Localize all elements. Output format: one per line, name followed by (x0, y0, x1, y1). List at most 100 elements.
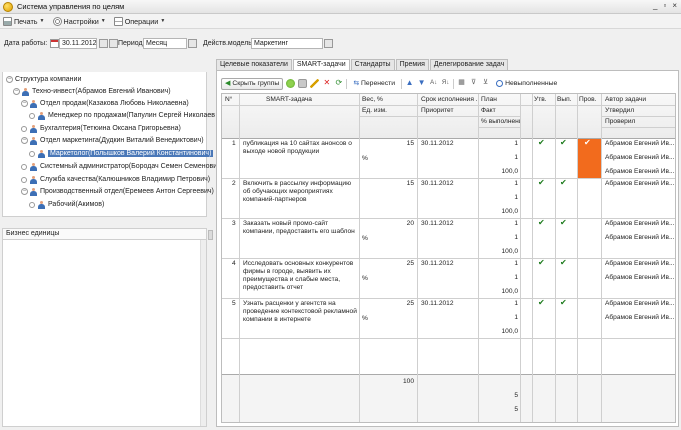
print-menu[interactable]: Печать ▼ (3, 16, 45, 26)
check-icon[interactable]: ✔ (560, 139, 567, 147)
cell-pct[interactable]: 100,0 (484, 288, 518, 296)
period-field[interactable]: Месяц (143, 38, 187, 49)
cell-plan[interactable]: 1 (484, 260, 518, 268)
model-select-icon[interactable] (324, 39, 333, 48)
cell-deadline[interactable]: 30.11.2012 (421, 140, 454, 148)
cell-approved-by[interactable]: Абрамов Евгений Ив... (605, 314, 675, 322)
check-icon[interactable]: ✔ (538, 219, 545, 227)
delete-icon[interactable]: ✕ (322, 79, 331, 88)
cell-unit[interactable]: % (362, 315, 368, 323)
move-button[interactable]: ⇆ Перенести (350, 78, 398, 90)
cell-plan[interactable]: 1 (484, 300, 518, 308)
cell-task[interactable]: Включить в рассылку информацию об обучаю… (243, 180, 357, 204)
col-header-plan[interactable]: План (481, 96, 497, 104)
cell-approved-by[interactable]: Абрамов Евгений Ив... (605, 234, 675, 242)
cell-plan[interactable]: 1 (484, 220, 518, 228)
cell-unit[interactable]: % (362, 275, 368, 283)
cell-author[interactable]: Абрамов Евгений Ив... (605, 300, 675, 308)
check-icon[interactable]: ✔ (560, 259, 567, 267)
cell-unit[interactable]: % (362, 235, 368, 243)
cell-author[interactable]: Абрамов Евгений Ив... (605, 260, 675, 268)
cell-approved-by[interactable]: Абрамов Евгений Ив... (605, 154, 675, 162)
restore-icon[interactable]: ▫ (663, 1, 666, 10)
col-header-done[interactable]: Вып. (557, 96, 572, 104)
period-select-icon[interactable] (188, 39, 197, 48)
cell-unit[interactable]: % (362, 155, 368, 163)
tree-row[interactable]: Системный администратор(Бородач Семен Се… (21, 161, 223, 172)
tree-row-selected[interactable]: Маркетолог(Полышков Валерий Константинов… (29, 148, 214, 159)
settings-menu[interactable]: Настройки ▼ (52, 16, 106, 26)
move-down-icon[interactable]: ▼ (417, 79, 426, 88)
add-icon[interactable] (286, 79, 296, 88)
check-icon[interactable]: ✔ (584, 139, 591, 147)
cell-no[interactable]: 5 (232, 300, 236, 308)
cell-task[interactable]: Узнать расценки у агентств на проведение… (243, 300, 357, 324)
col-header-checked-by[interactable]: Проверил (605, 118, 635, 126)
business-units-list[interactable] (2, 240, 207, 427)
cell-author[interactable]: Абрамов Евгений Ив... (605, 180, 675, 188)
cell-fact[interactable]: 1 (484, 154, 518, 162)
operations-menu[interactable]: Операции ▼ (113, 16, 165, 26)
cell-fact[interactable]: 1 (484, 194, 518, 202)
collapse-icon[interactable]: − (21, 100, 28, 107)
calendar-icon[interactable] (50, 39, 59, 48)
business-units-scrollbar[interactable] (200, 240, 206, 426)
cell-weight[interactable]: 20 (382, 220, 414, 228)
move-up-icon[interactable]: ▲ (405, 79, 414, 88)
col-header-approved-by[interactable]: Утвердил (605, 107, 634, 115)
filter-clear-icon[interactable]: ⊻ (481, 79, 490, 88)
cell-fact[interactable]: 1 (484, 274, 518, 282)
cell-fact[interactable]: 1 (484, 234, 518, 242)
col-header-task[interactable]: SMART-задача (266, 96, 312, 104)
col-header-checked[interactable]: Пров. (579, 96, 596, 104)
col-header-author[interactable]: Автор задачи (605, 96, 646, 104)
filter-set-icon[interactable]: ⊽ (469, 79, 478, 88)
col-header-weight[interactable]: Вес, % (362, 96, 383, 104)
cell-weight[interactable]: 25 (382, 260, 414, 268)
col-header-unit[interactable]: Ед. изм. (362, 107, 387, 115)
tree-row[interactable]: − Отдел продаж(Казакова Любовь Николаевн… (21, 98, 189, 109)
cell-weight[interactable]: 25 (382, 300, 414, 308)
cell-pct[interactable]: 100,0 (484, 248, 518, 256)
cell-no[interactable]: 2 (232, 180, 236, 188)
sort-desc-icon[interactable]: Я↓ (441, 79, 450, 88)
pane-splitter-handle[interactable] (208, 230, 213, 240)
tab-standards[interactable]: Стандарты (350, 59, 395, 70)
cell-no[interactable]: 4 (232, 260, 236, 268)
col-header-pct[interactable]: % выполнения (481, 118, 520, 126)
tab-task-delegation[interactable]: Делегирование задач (429, 59, 509, 70)
col-header-fact[interactable]: Факт (481, 107, 496, 115)
tree-row[interactable]: − Отдел маркетинга(Дудкин Виталий Венеди… (21, 135, 204, 146)
cell-pct[interactable]: 100,0 (484, 208, 518, 216)
col-header-approved[interactable]: Утв. (534, 96, 547, 104)
check-icon[interactable]: ✔ (560, 219, 567, 227)
cell-deadline[interactable]: 30.11.2012 (421, 220, 454, 228)
minimize-icon[interactable]: _ (653, 1, 657, 10)
hide-groups-button[interactable]: ◀ Скрыть группы (221, 77, 284, 90)
cell-plan[interactable]: 1 (484, 180, 518, 188)
col-header-priority[interactable]: Приоритет (421, 107, 454, 115)
check-icon[interactable]: ✔ (538, 139, 545, 147)
copy-icon[interactable] (298, 79, 308, 88)
tab-target-indicators[interactable]: Целевые показатели (216, 59, 292, 70)
cell-pct[interactable]: 100,0 (484, 328, 518, 336)
next-date-icon[interactable] (109, 39, 118, 48)
tree-row[interactable]: Рабочий(Акимов) (29, 199, 104, 210)
check-icon[interactable]: ✔ (560, 179, 567, 187)
cell-checked-by[interactable]: Абрамов Евгений Ив... (605, 168, 675, 176)
filter-icon[interactable]: ▦ (457, 79, 466, 88)
work-date-field[interactable]: 30.11.2012 (59, 38, 97, 49)
check-icon[interactable]: ✔ (538, 179, 545, 187)
tree-row-root[interactable]: − Структура компании (6, 74, 81, 85)
cell-plan[interactable]: 1 (484, 140, 518, 148)
unviewed-button[interactable]: Невыполненные (493, 78, 560, 90)
cell-deadline[interactable]: 30.11.2012 (421, 260, 454, 268)
col-header-no[interactable]: N° (225, 96, 232, 104)
collapse-icon[interactable]: − (21, 137, 28, 144)
cell-task[interactable]: Заказать новый промо-сайт компании, пред… (243, 220, 357, 236)
cell-author[interactable]: Абрамов Евгений Ив... (605, 140, 675, 148)
tree-row[interactable]: − Техно-инвест(Абрамов Евгений Иванович) (13, 86, 171, 97)
refresh-icon[interactable]: ⟳ (334, 79, 343, 88)
tree-row[interactable]: Служба качества(Калюшников Владимир Петр… (21, 174, 210, 185)
cell-deadline[interactable]: 30.11.2012 (421, 300, 454, 308)
